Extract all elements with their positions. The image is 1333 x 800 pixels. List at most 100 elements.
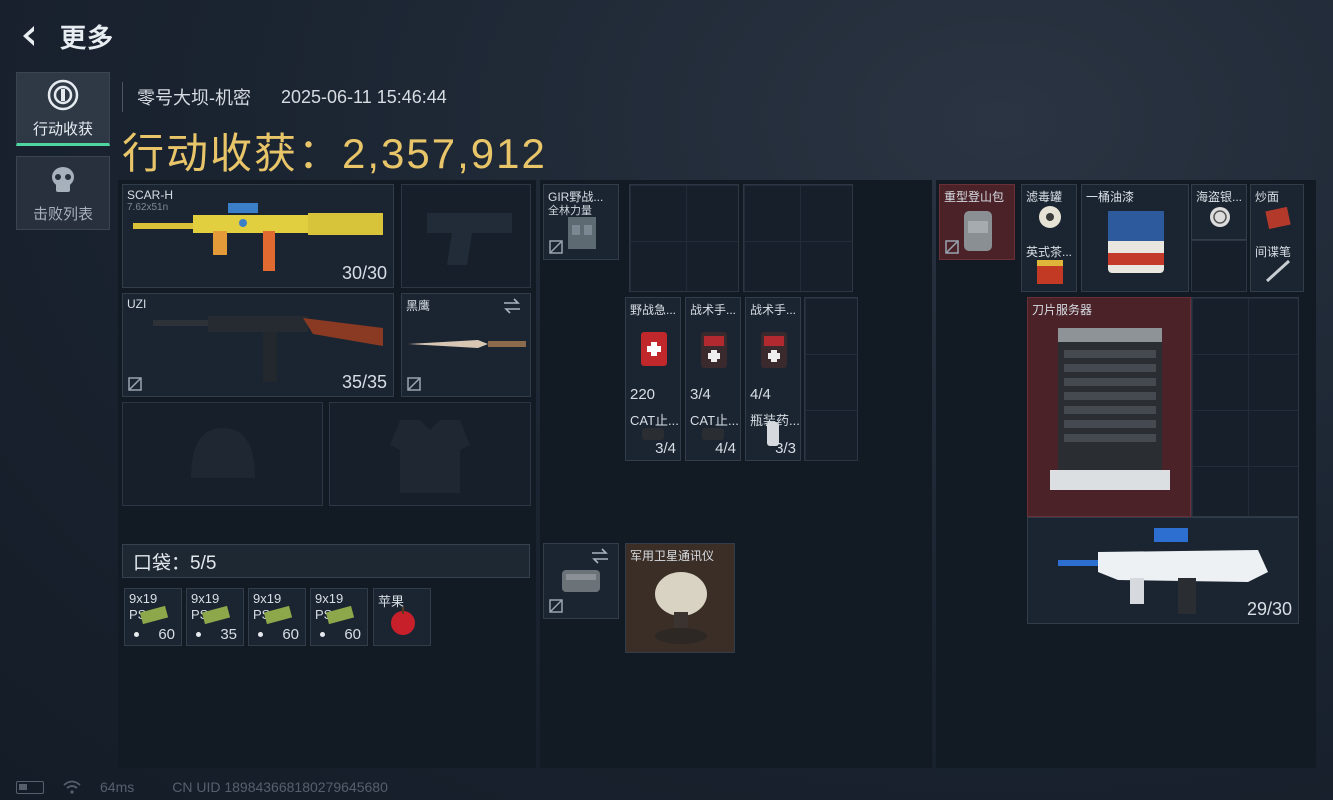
server-item[interactable]: 刀片服务器 <box>1027 297 1191 517</box>
bullet-icon <box>320 632 325 637</box>
ammo-box-icon <box>201 605 231 625</box>
knife-icon <box>408 340 526 348</box>
rig-item[interactable]: 战术手... 3/4 CAT止... 4/4 <box>685 297 741 461</box>
item-name: 军用卫星通讯仪 <box>630 549 715 563</box>
ammo-count: 35/35 <box>341 372 387 392</box>
pistol-slot-empty[interactable] <box>401 184 531 288</box>
lock-icon <box>407 377 421 391</box>
raid-info: 零号大坝-机密 2025-06-11 15:46:44 <box>122 82 447 112</box>
item-count: 3/4 <box>690 386 711 403</box>
item-count: 35 <box>220 626 237 643</box>
helmet-slot-empty[interactable] <box>122 402 323 506</box>
pouch-icon <box>562 570 600 592</box>
status-bar: 64ms CN UID 1898436681802796456​80 <box>16 774 388 800</box>
bullet-icon <box>258 632 263 637</box>
target-icon <box>47 79 79 110</box>
surgery-kit-icon <box>761 332 787 368</box>
medkit-icon <box>641 332 667 366</box>
chevron-left-icon[interactable] <box>14 20 46 52</box>
backpack-item[interactable]: 滤毒罐 英式茶... <box>1021 184 1077 292</box>
pocket-header: 口袋：5/5 <box>122 544 530 578</box>
pistol-silhouette-icon <box>427 213 512 265</box>
ammo-box-icon <box>263 605 293 625</box>
helmet-silhouette-icon <box>191 428 255 478</box>
item-count: 4/4 <box>715 440 736 457</box>
backpack-item[interactable]: 海盗银... <box>1191 184 1247 240</box>
item-name: 战术手... <box>750 303 797 317</box>
pocket-item[interactable]: 9x19 PSO 60 <box>310 588 368 646</box>
item-count: 3/4 <box>655 440 676 457</box>
paint-bucket-icon <box>1108 211 1164 273</box>
battery-icon <box>16 780 44 794</box>
backpack-item[interactable]: 炒面 间谍笔 <box>1250 184 1304 292</box>
bullet-icon <box>134 632 139 637</box>
bullet-icon <box>196 632 201 637</box>
rig-grid-empty[interactable] <box>629 184 739 292</box>
item-name: 战术手... <box>690 303 737 317</box>
coin-icon <box>1210 207 1230 227</box>
vest-icon <box>568 217 596 249</box>
pocket-item[interactable]: 9x19 PSO 60 <box>248 588 306 646</box>
satellite-dish-icon <box>655 572 707 644</box>
tea-tin-icon <box>1037 260 1063 284</box>
tab-defeated-list[interactable]: 击败列表 <box>16 156 110 230</box>
item-name: 野战急... <box>630 303 677 317</box>
item-count: 60 <box>344 626 361 643</box>
pouch-slot[interactable] <box>543 543 619 619</box>
apple-icon <box>391 607 415 635</box>
lock-icon <box>128 377 142 391</box>
tab-label: 行动收获 <box>32 120 93 138</box>
pocket-item[interactable]: 苹果 <box>373 588 431 646</box>
ammo-count: 30/30 <box>341 263 387 283</box>
bullpup-rifle-icon <box>1058 528 1268 614</box>
item-count: 4/4 <box>750 386 771 403</box>
ping-value: 64ms <box>100 779 135 795</box>
item-count: 220 <box>630 386 656 403</box>
user-uid: CN UID 1898436681802796456​80 <box>172 779 388 795</box>
filter-canister-icon <box>1039 206 1061 228</box>
backpack-item[interactable]: 一桶油漆 <box>1081 184 1189 292</box>
skull-icon <box>52 166 74 192</box>
rig-grid-empty[interactable] <box>743 184 853 292</box>
blade-server-icon <box>1050 328 1170 490</box>
armor-silhouette-icon <box>390 420 470 493</box>
melee-name: 黑鹰 <box>406 299 431 313</box>
surgery-kit-icon <box>701 332 727 368</box>
rig-grid-empty[interactable] <box>804 297 858 461</box>
ammo-box-icon <box>325 605 355 625</box>
backpack-slot[interactable]: 重型登山包 <box>939 184 1015 260</box>
ammo-count: 29/30 <box>1246 599 1292 619</box>
noodle-pack-icon <box>1265 206 1291 230</box>
page-title: 更多 <box>60 22 115 53</box>
backpack-rifle-item[interactable]: 29/30 <box>1027 517 1299 624</box>
pocket-item[interactable]: 9x19 PSO 35 <box>186 588 244 646</box>
backpack-grid-empty[interactable] <box>1191 297 1299 517</box>
item-name: 9x19 <box>191 591 220 606</box>
secondary-weapon-slot[interactable]: UZI 35/35 <box>122 293 394 397</box>
lock-icon <box>549 599 563 613</box>
spy-pen-icon <box>1265 259 1291 283</box>
map-name: 零号大坝-机密 <box>137 88 251 108</box>
lock-icon <box>945 240 959 254</box>
rig-item[interactable]: 野战急... 220 CAT止... 3/4 <box>625 297 681 461</box>
tab-label: 击败列表 <box>32 205 93 223</box>
item-count: 60 <box>282 626 299 643</box>
swap-icon[interactable] <box>502 298 522 314</box>
armor-slot-empty[interactable] <box>329 402 531 506</box>
loot-value-title: 行动收获：2,357,912 <box>122 130 547 177</box>
topbar: 更多 <box>14 14 114 58</box>
primary-weapon-slot[interactable]: SCAR-H 7.62x51n 30/30 <box>122 184 394 288</box>
satcom-slot[interactable]: 军用卫星通讯仪 <box>625 543 735 653</box>
pocket-item[interactable]: 9x19 PSO 60 <box>124 588 182 646</box>
item-name: 9x19 <box>253 591 282 606</box>
chest-rig-slot[interactable]: GIR野战... 全林力量 <box>543 184 619 260</box>
ammo-box-icon <box>139 605 169 625</box>
backpack-grid-empty[interactable] <box>1191 240 1247 292</box>
rig-item[interactable]: 战术手... 4/4 瓶装药... 3/3 <box>745 297 801 461</box>
item-name: 9x19 <box>129 591 158 606</box>
bag-name: 重型登山包 <box>944 190 1005 204</box>
tab-operation-loot[interactable]: 行动收获 <box>16 72 110 146</box>
raid-datetime: 2025-06-11 15:46:44 <box>281 86 447 107</box>
item-name: 刀片服务器 <box>1032 303 1093 317</box>
melee-slot[interactable]: 黑鹰 <box>401 293 531 397</box>
